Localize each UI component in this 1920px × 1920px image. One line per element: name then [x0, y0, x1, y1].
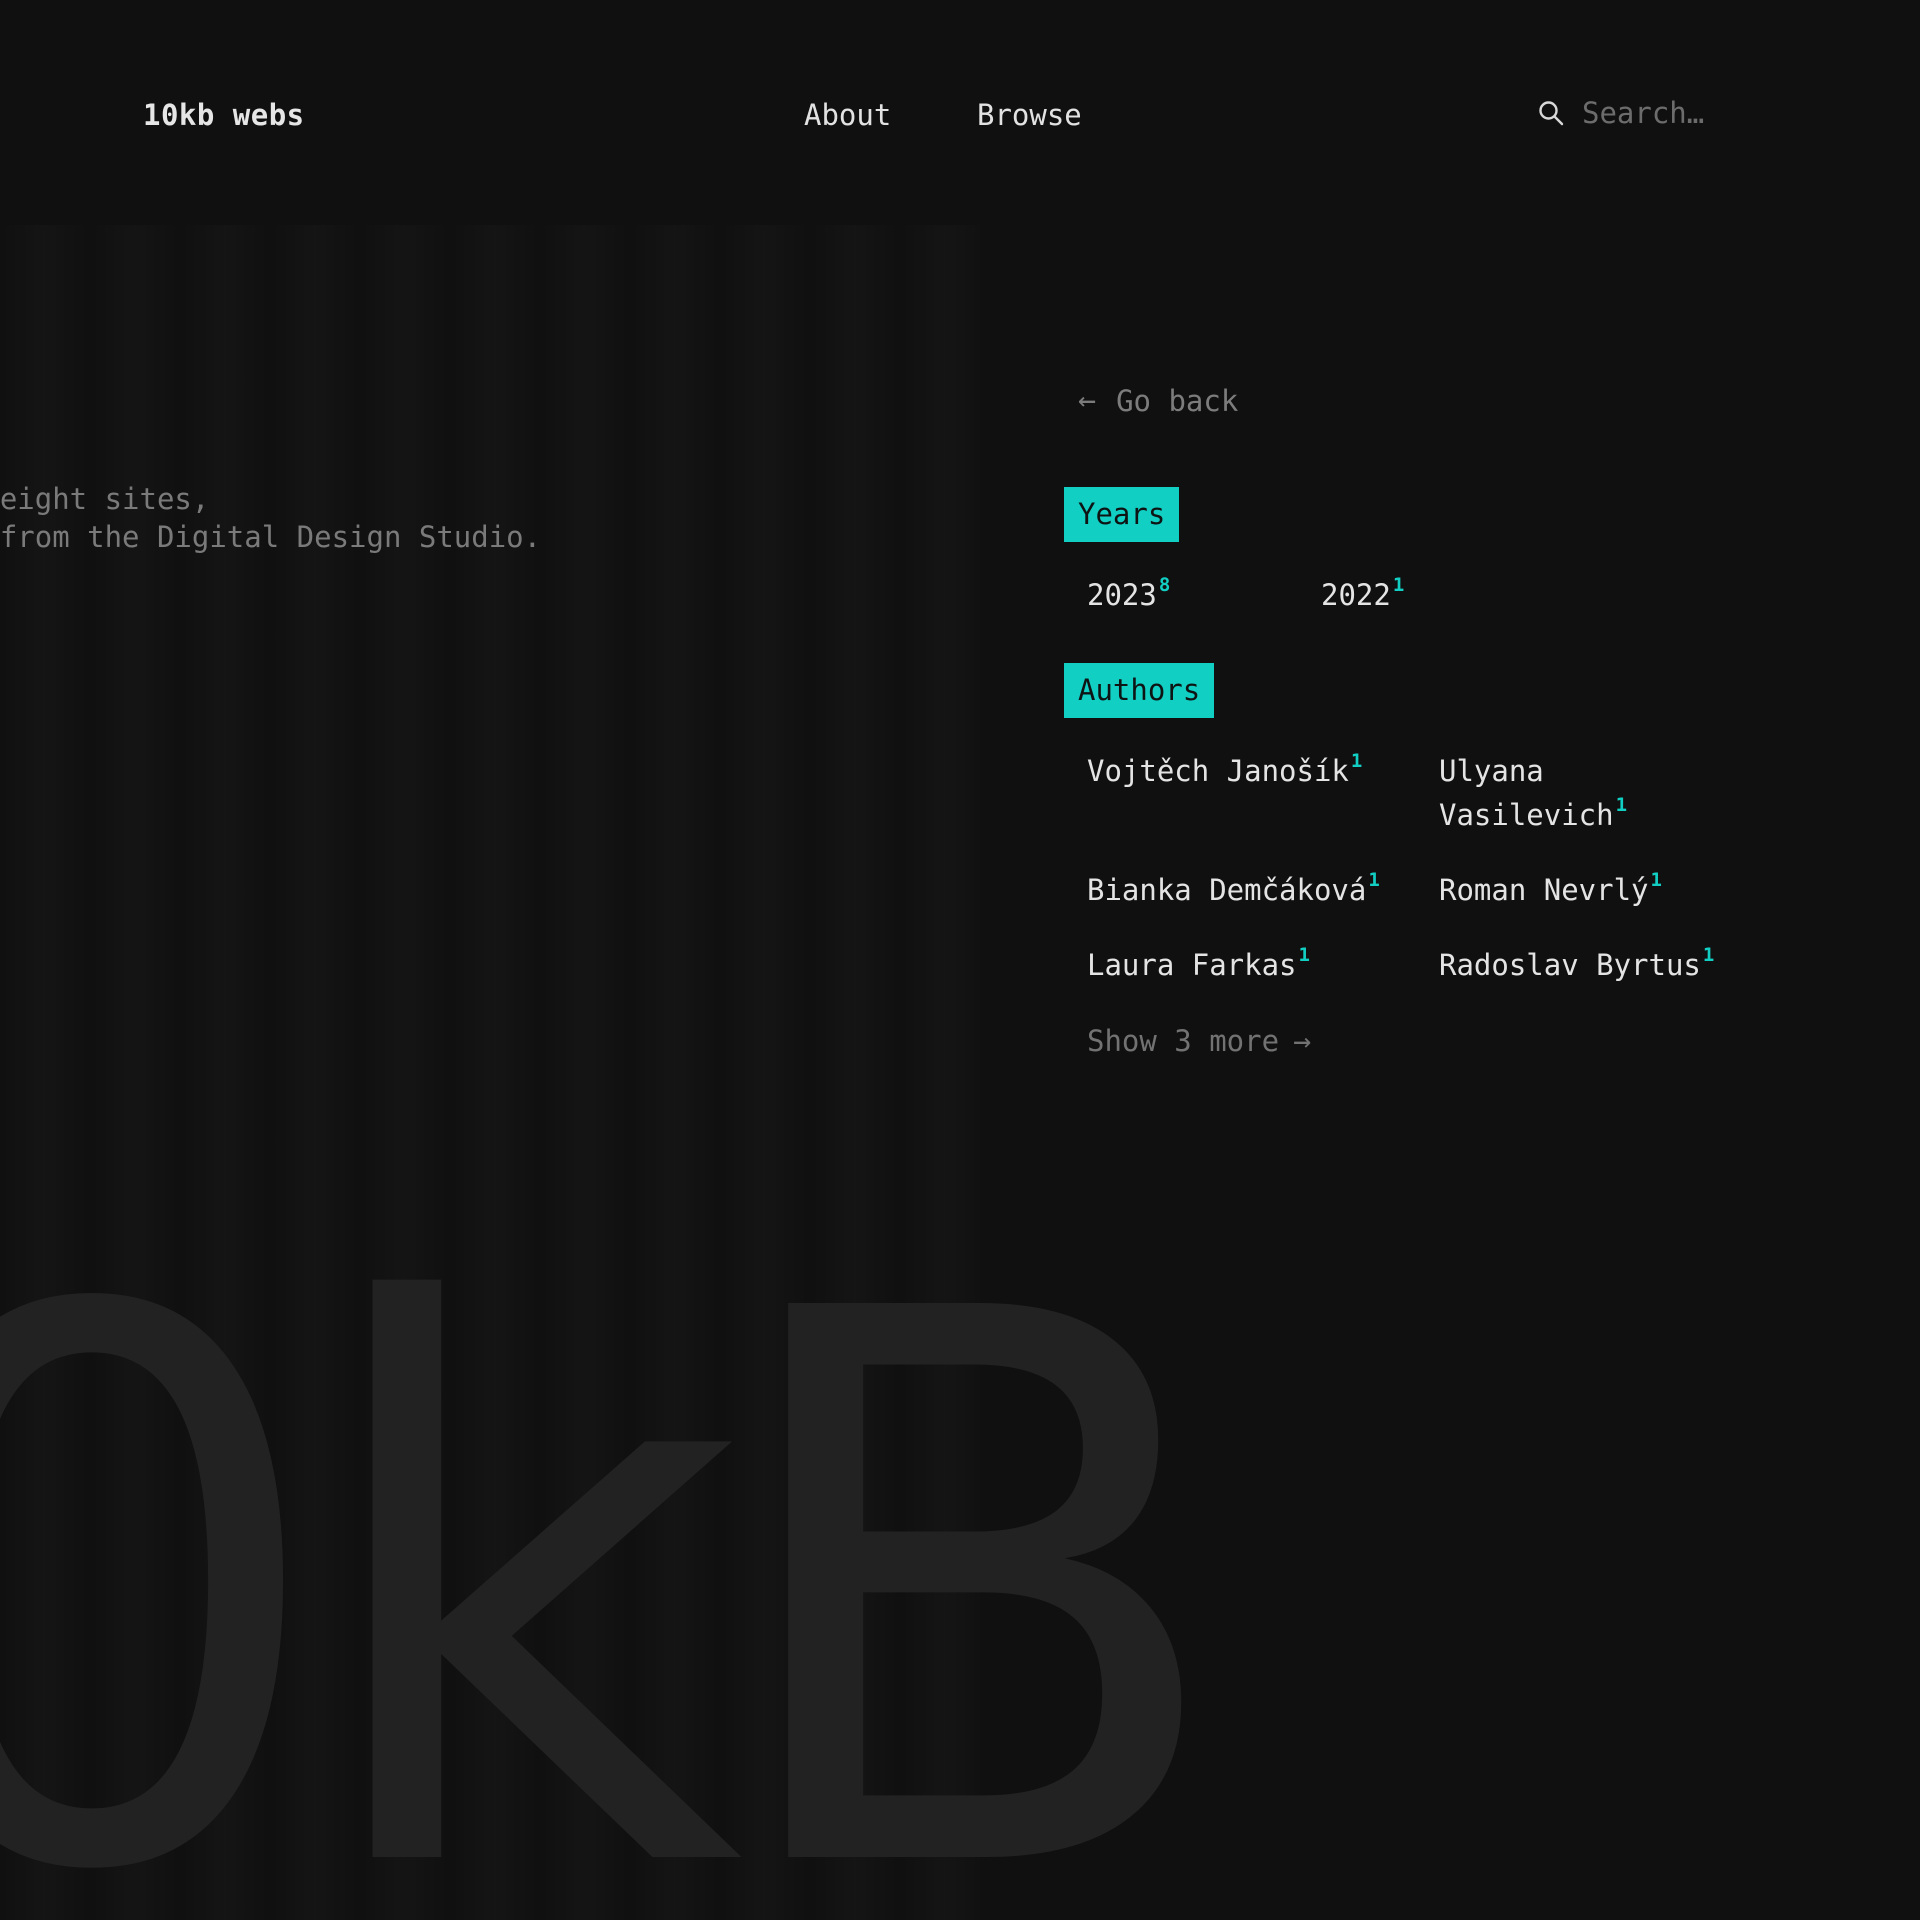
author-count: 1 [1368, 869, 1380, 891]
author-label: Bianka Demčáková [1087, 873, 1367, 907]
intro-line: nts from the Digital Design Studio. [0, 520, 542, 554]
search-input[interactable] [1582, 96, 1772, 130]
author-filter-roman-nevrly[interactable]: Roman Nevrlý 1 [1439, 868, 1662, 912]
author-filter-bianka-demcakova[interactable]: Bianka Demčáková 1 [1087, 868, 1380, 912]
arrow-left-icon: ← [1078, 383, 1097, 418]
author-count: 1 [1615, 794, 1628, 816]
author-count: 1 [1298, 944, 1310, 966]
author-label: Ulyana Vasilevich [1439, 754, 1614, 832]
arrow-right-icon: → [1293, 1024, 1312, 1059]
search-box[interactable] [1538, 96, 1772, 130]
author-filter-radoslav-byrtus[interactable]: Radoslav Byrtus 1 [1439, 943, 1714, 987]
author-label: Radoslav Byrtus [1439, 948, 1701, 982]
brand-logo-link[interactable]: 10kb webs [143, 98, 305, 132]
background-logo-text: 0kB [0, 1153, 1235, 1920]
nav-about-link[interactable]: About [804, 98, 891, 132]
author-count: 1 [1650, 869, 1662, 891]
year-filter-2023[interactable]: 2023 8 [1087, 573, 1170, 617]
year-filter-2022[interactable]: 2022 1 [1321, 573, 1404, 617]
year-count: 1 [1392, 574, 1405, 596]
nav-browse-link[interactable]: Browse [977, 98, 1082, 132]
year-label: 2023 [1087, 578, 1157, 612]
intro-line: ghtweight sites, [0, 482, 210, 516]
show-more-label: Show 3 more [1087, 1024, 1280, 1058]
author-label: Laura Farkas [1087, 948, 1297, 982]
year-count: 8 [1158, 574, 1171, 596]
author-filter-laura-farkas[interactable]: Laura Farkas 1 [1087, 943, 1310, 987]
years-heading: Years [1064, 487, 1180, 542]
go-back-link[interactable]: ← Go back [1078, 383, 1238, 418]
author-filter-ulyana-vasilevich[interactable]: Ulyana Vasilevich 1 [1439, 749, 1689, 837]
authors-heading: Authors [1064, 663, 1215, 718]
author-label: Roman Nevrlý [1439, 873, 1649, 907]
show-more-authors-link[interactable]: Show 3 more → [1087, 1019, 1311, 1064]
author-label: Vojtěch Janošík [1087, 754, 1349, 788]
intro-text: ghtweight sites, nts from the Digital De… [0, 480, 541, 556]
search-icon [1538, 100, 1564, 126]
author-count: 1 [1350, 750, 1363, 772]
page: 0kB 10kb webs About Browse ghtweight sit… [0, 0, 1920, 1920]
author-filter-vojtech-janosik[interactable]: Vojtěch Janošík 1 [1087, 749, 1362, 793]
year-label: 2022 [1321, 578, 1391, 612]
go-back-label: Go back [1116, 383, 1239, 418]
author-count: 1 [1702, 944, 1715, 966]
